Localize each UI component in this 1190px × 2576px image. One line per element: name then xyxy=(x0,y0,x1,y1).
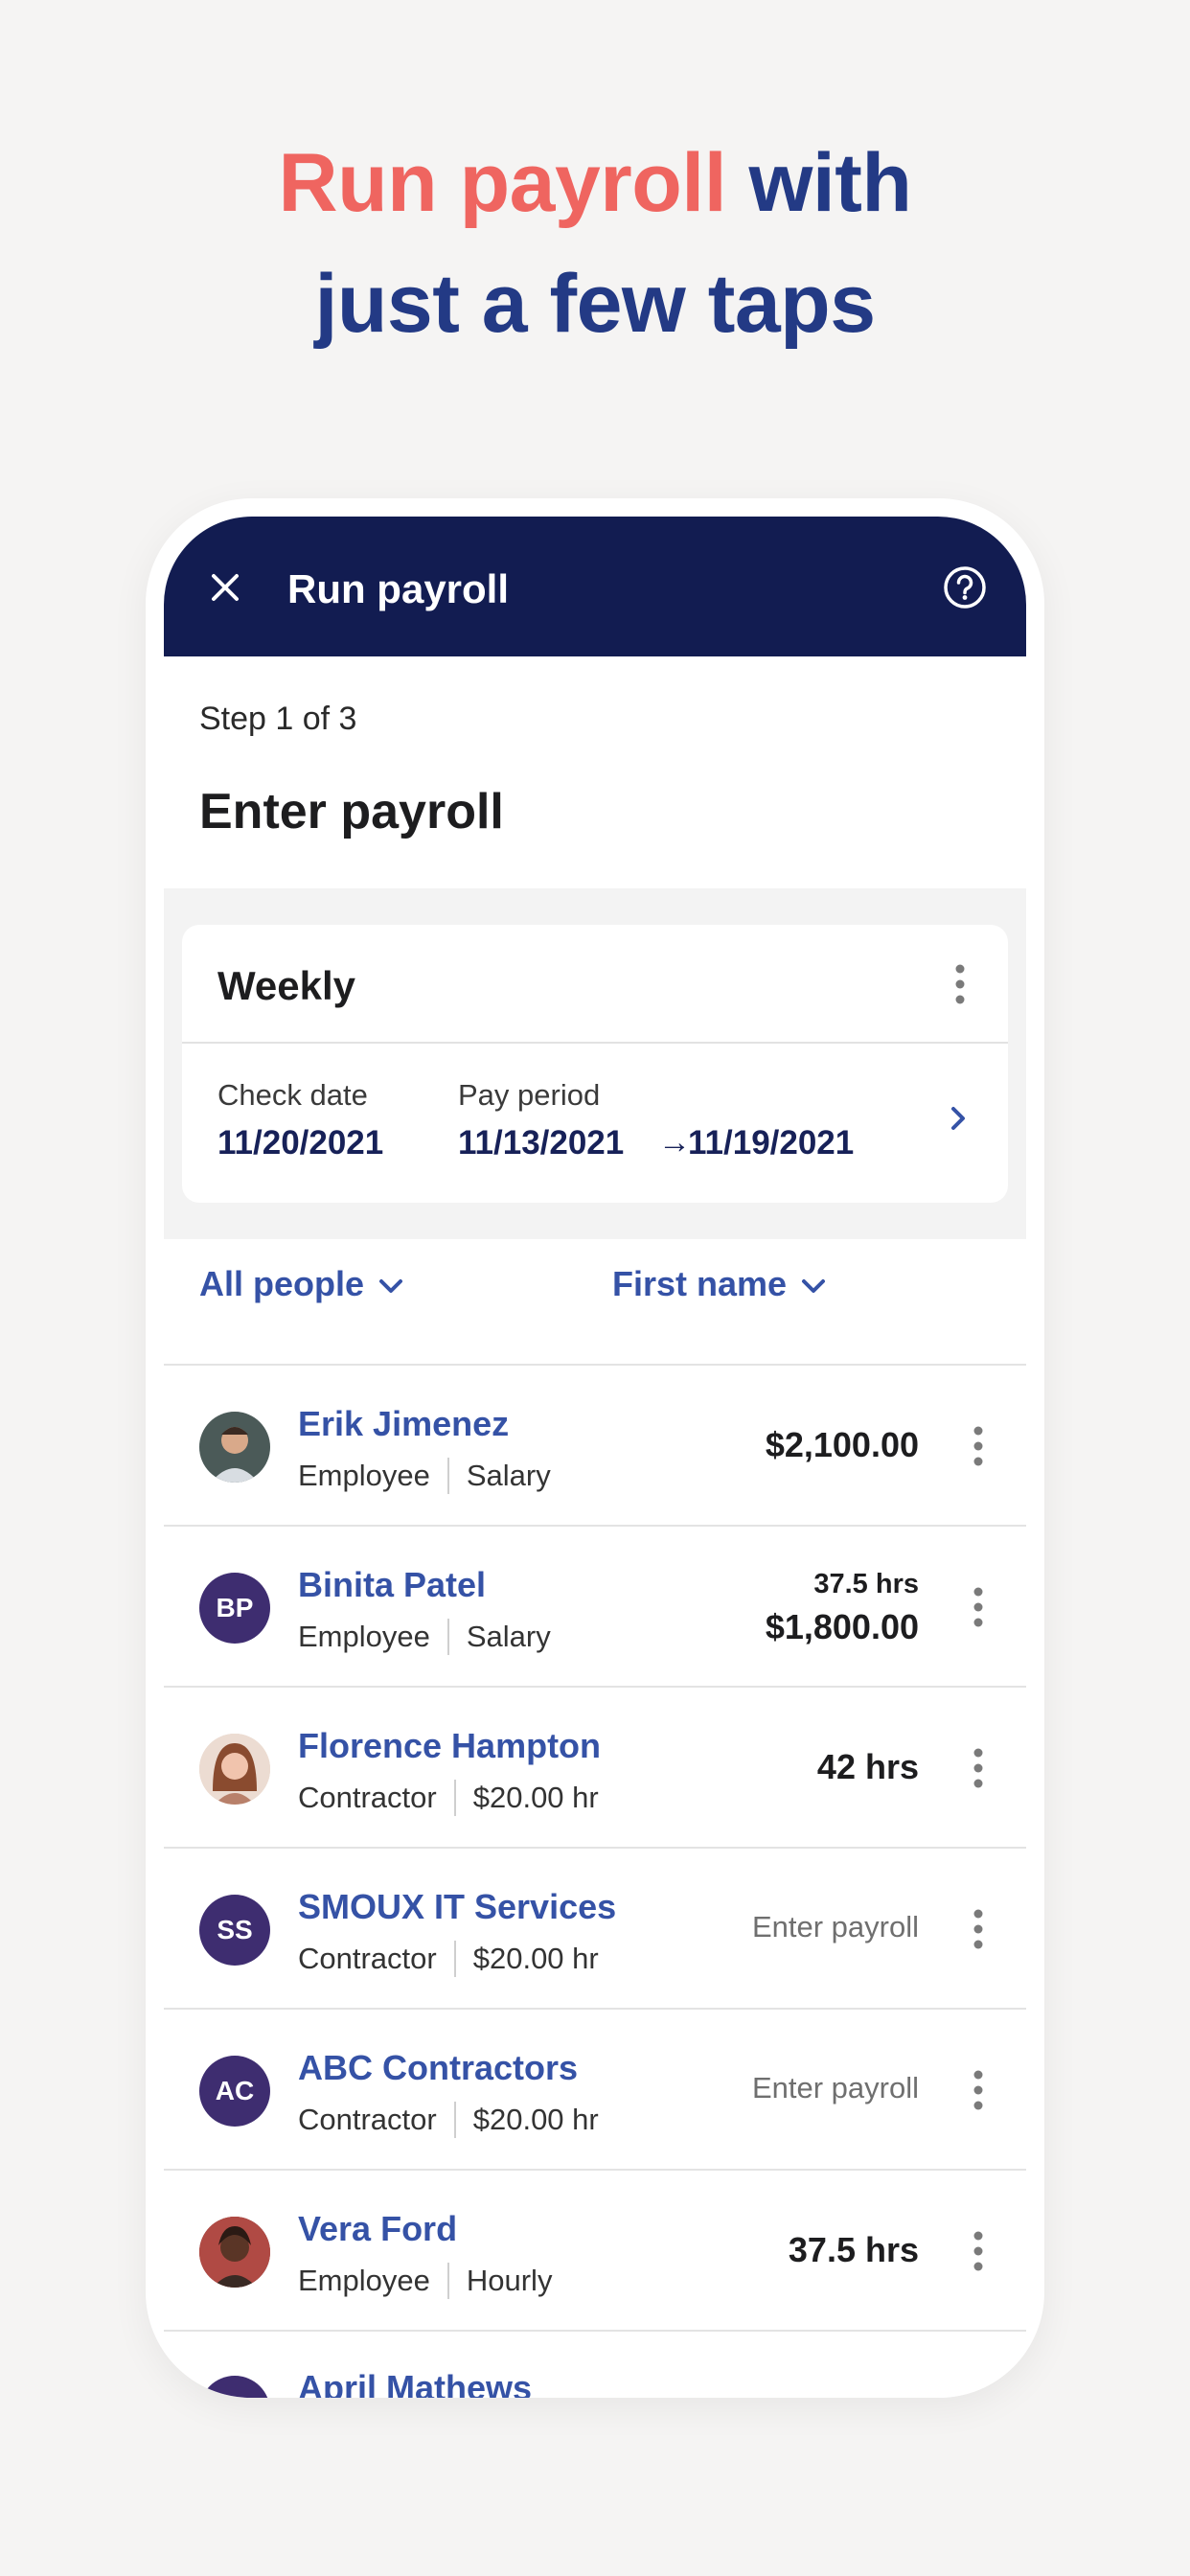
pay-period-start: 11/13/2021 xyxy=(458,1124,625,1162)
app-screen: Run payroll Step 1 of 3 Enter payroll We… xyxy=(164,517,1026,2398)
avatar xyxy=(199,1734,270,1805)
headline-line2: just a few taps xyxy=(314,258,876,350)
avatar: AC xyxy=(199,2056,270,2127)
help-icon[interactable] xyxy=(942,564,988,610)
top-navbar: Run payroll xyxy=(164,517,1026,656)
list-item[interactable]: Vera Ford Employee Hourly 37.5 hrs xyxy=(164,2169,1026,2330)
pay-schedule-title: Weekly xyxy=(217,963,355,1008)
check-date-label: Check date xyxy=(217,1078,368,1112)
step-indicator: Step 1 of 3 xyxy=(199,701,357,737)
more-options-icon[interactable] xyxy=(973,1425,984,1467)
person-meta: Contractor $20.00 hr xyxy=(298,2102,599,2138)
person-meta: Employee Salary xyxy=(298,1458,551,1494)
person-meta: Contractor $20.00 hr xyxy=(298,1780,599,1816)
pay-period-label: Pay period xyxy=(458,1078,601,1112)
more-options-icon[interactable] xyxy=(973,1586,984,1628)
payroll-amount: $2,100.00 xyxy=(765,1425,919,1464)
avatar xyxy=(199,2376,270,2398)
person-name[interactable]: ABC Contractors xyxy=(298,2048,578,2088)
payroll-hours: 37.5 hrs xyxy=(788,2230,919,2269)
person-meta: Employee Hourly xyxy=(298,2263,553,2299)
list-item[interactable]: Erik Jimenez Employee Salary $2,100.00 xyxy=(164,1364,1026,1525)
more-options-icon[interactable] xyxy=(973,1747,984,1789)
list-item[interactable]: SS SMOUX IT Services Contractor $20.00 hr… xyxy=(164,1847,1026,2008)
person-name[interactable]: Erik Jimenez xyxy=(298,1404,509,1444)
list-item[interactable]: BP Binita Patel Employee Salary 37.5 hrs … xyxy=(164,1525,1026,1686)
page-title: Enter payroll xyxy=(199,784,504,840)
payroll-hours: 42 hrs xyxy=(816,1747,919,1786)
person-meta: Employee Salary xyxy=(298,1619,551,1655)
more-options-icon[interactable] xyxy=(973,1908,984,1950)
pay-schedule-card[interactable]: Weekly Check date 11/20/2021 Pay period … xyxy=(182,925,1008,1203)
chevron-right-icon[interactable] xyxy=(945,1101,972,1136)
arrow-right-icon: → xyxy=(658,1124,691,1161)
avatar xyxy=(199,1412,270,1483)
more-options-icon[interactable] xyxy=(954,963,966,1005)
chevron-down-icon xyxy=(802,1279,826,1294)
sort-label: First name xyxy=(612,1264,788,1303)
pay-schedule-section: Weekly Check date 11/20/2021 Pay period … xyxy=(164,888,1026,1239)
list-item[interactable]: AC ABC Contractors Contractor $20.00 hr E… xyxy=(164,2008,1026,2169)
people-filter-dropdown[interactable]: All people xyxy=(199,1264,404,1304)
person-name[interactable]: Binita Patel xyxy=(298,1565,486,1605)
headline-accent: Run payroll xyxy=(278,137,727,229)
people-filter-label: All people xyxy=(199,1264,365,1303)
person-name[interactable]: Florence Hampton xyxy=(298,1726,601,1766)
headline-rest: with xyxy=(726,137,912,229)
avatar: SS xyxy=(199,1895,270,1966)
enter-payroll-link[interactable]: Enter payroll xyxy=(752,1910,919,1944)
person-meta: Contractor $20.00 hr xyxy=(298,1941,599,1977)
check-date-value: 11/20/2021 xyxy=(217,1124,384,1162)
marketing-headline: Run payroll with just a few taps xyxy=(0,123,1190,364)
person-name[interactable]: Vera Ford xyxy=(298,2209,457,2249)
chevron-down-icon xyxy=(379,1279,403,1294)
enter-payroll-link[interactable]: Enter payroll xyxy=(752,2071,919,2105)
sort-dropdown[interactable]: First name xyxy=(612,1264,827,1304)
more-options-icon[interactable] xyxy=(973,2069,984,2111)
more-options-icon[interactable] xyxy=(973,2230,984,2272)
card-divider xyxy=(182,1042,1008,1044)
person-name[interactable]: April Mathews xyxy=(298,2368,532,2398)
phone-frame: Run payroll Step 1 of 3 Enter payroll We… xyxy=(146,498,1044,2398)
person-name[interactable]: SMOUX IT Services xyxy=(298,1887,616,1927)
list-item[interactable]: April Mathews xyxy=(164,2330,1026,2398)
list-item[interactable]: Florence Hampton Contractor $20.00 hr 42 … xyxy=(164,1686,1026,1847)
avatar xyxy=(199,2217,270,2288)
close-icon[interactable] xyxy=(204,566,246,609)
avatar: BP xyxy=(199,1573,270,1644)
pay-period-end: 11/19/2021 xyxy=(688,1124,855,1162)
payroll-hours: 37.5 hrs xyxy=(813,1569,919,1599)
navbar-title: Run payroll xyxy=(287,566,510,611)
payroll-amount: $1,800.00 xyxy=(765,1607,919,1646)
